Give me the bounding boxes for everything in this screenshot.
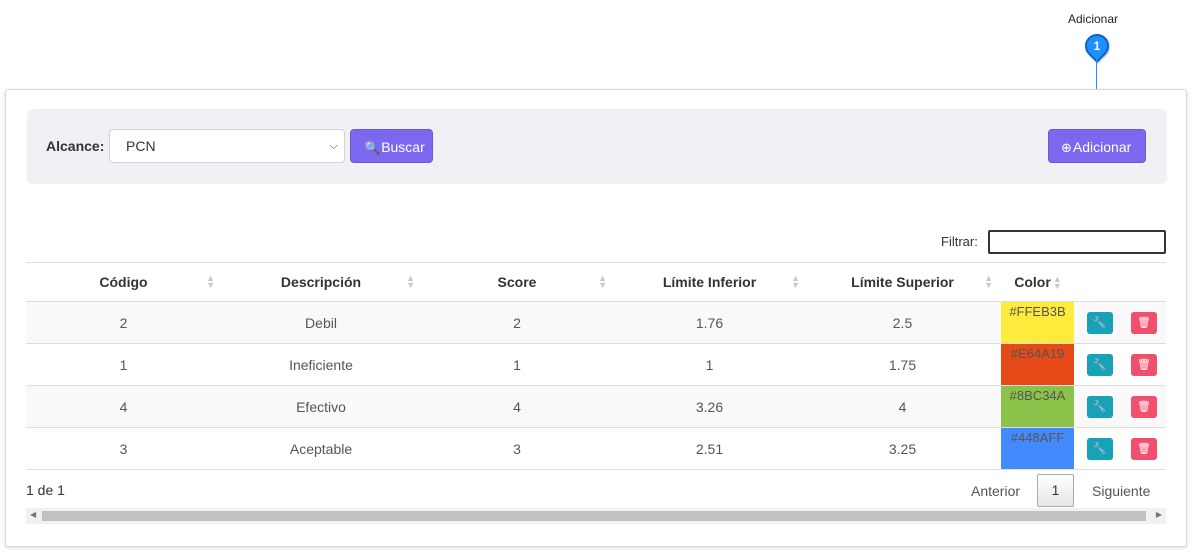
- trash-icon[interactable]: 🗑: [1131, 311, 1157, 334]
- cell-descripcion: Aceptable: [221, 427, 421, 470]
- color-swatch: #448AFF: [1001, 428, 1074, 469]
- callout-label: Adicionar: [1068, 12, 1119, 26]
- cell-descripcion: Ineficiente: [221, 343, 421, 386]
- trash-icon[interactable]: 🗑: [1131, 353, 1157, 376]
- header-descripcion[interactable]: Descripción ▲ ▼: [221, 262, 421, 302]
- cell-score: 3: [421, 427, 613, 470]
- table-row: 3 Aceptable 3 2.51 3.25 #448AFF 🔧 🗑: [26, 427, 1166, 470]
- cell-delete: 🗑: [1122, 301, 1166, 344]
- header-score[interactable]: Score ▲ ▼: [421, 262, 613, 302]
- sort-icon: ▲ ▼: [598, 273, 607, 290]
- cell-color: #8BC34A: [999, 385, 1077, 428]
- cell-codigo: 2: [26, 301, 221, 344]
- header-descripcion-label: Descripción: [280, 274, 362, 290]
- cell-score: 2: [421, 301, 613, 344]
- color-swatch: #E64A19: [1001, 344, 1074, 385]
- header-limite-inferior-label: Límite Inferior: [662, 274, 757, 290]
- cell-color: #448AFF: [999, 427, 1077, 470]
- cell-score: 1: [421, 343, 613, 386]
- wrench-icon[interactable]: 🔧: [1086, 311, 1113, 334]
- table-row: 2 Debil 2 1.76 2.5 #FFEB3B 🔧 🗑: [26, 301, 1166, 344]
- scroll-right-icon[interactable]: ▶: [1156, 510, 1162, 519]
- horizontal-scrollbar[interactable]: ◀ ▶: [26, 508, 1166, 524]
- alcance-value: PCN: [126, 138, 156, 154]
- buscar-button[interactable]: 🔍Buscar: [350, 129, 433, 163]
- table-row: 1 Ineficiente 1 1 1.75 #E64A19 🔧 🗑: [26, 343, 1166, 386]
- sort-icon: ▲ ▼: [791, 273, 800, 290]
- sort-icon: ▲ ▼: [1052, 274, 1062, 292]
- header-limite-inferior[interactable]: Límite Inferior ▲ ▼: [613, 262, 806, 302]
- table-row: 4 Efectivo 4 3.26 4 #8BC34A 🔧 🗑: [26, 385, 1166, 428]
- wrench-icon[interactable]: 🔧: [1086, 353, 1113, 376]
- cell-limite-superior: 3.25: [806, 427, 999, 470]
- wrench-icon[interactable]: 🔧: [1086, 395, 1113, 418]
- cell-limite-inferior: 1.76: [613, 301, 806, 344]
- sort-icon: ▲ ▼: [206, 273, 215, 290]
- search-icon: 🔍: [364, 140, 381, 155]
- scroll-left-icon[interactable]: ◀: [30, 510, 36, 519]
- cell-delete: 🗑: [1122, 385, 1166, 428]
- cell-limite-superior: 2.5: [806, 301, 999, 344]
- alcance-label: Alcance:: [46, 138, 105, 154]
- adicionar-label: Adicionar: [1072, 139, 1132, 155]
- header-edit: [1077, 262, 1122, 302]
- cell-codigo: 1: [26, 343, 221, 386]
- cell-codigo: 3: [26, 427, 221, 470]
- trash-icon[interactable]: 🗑: [1131, 437, 1157, 460]
- cell-edit: 🔧: [1077, 385, 1122, 428]
- header-codigo-label: Código: [99, 274, 148, 290]
- main-panel: Alcance: PCN ⌵ 🔍Buscar ⊕Adicionar Filtra…: [5, 89, 1187, 547]
- cell-limite-inferior: 3.26: [613, 385, 806, 428]
- sort-icon: ▲ ▼: [406, 273, 415, 290]
- header-limite-superior[interactable]: Límite Superior ▲ ▼: [806, 262, 999, 302]
- adicionar-button[interactable]: ⊕Adicionar: [1048, 129, 1146, 163]
- cell-limite-inferior: 1: [613, 343, 806, 386]
- scrollbar-thumb[interactable]: [42, 511, 1146, 521]
- color-swatch: #8BC34A: [1001, 386, 1074, 427]
- header-color-label: Color: [1014, 273, 1051, 290]
- data-table: Código ▲ ▼ Descripción ▲ ▼ Score ▲ ▼ Límite In…: [26, 262, 1166, 470]
- header-limite-superior-label: Límite Superior: [851, 274, 954, 290]
- cell-edit: 🔧: [1077, 301, 1122, 344]
- callout-number: 1: [1093, 39, 1101, 53]
- cell-score: 4: [421, 385, 613, 428]
- cell-limite-superior: 4: [806, 385, 999, 428]
- table-header-row: Código ▲ ▼ Descripción ▲ ▼ Score ▲ ▼ Límite In…: [26, 262, 1166, 302]
- buscar-label: Buscar: [381, 139, 425, 155]
- trash-icon[interactable]: 🗑: [1131, 395, 1157, 418]
- cell-limite-superior: 1.75: [806, 343, 999, 386]
- next-page-link[interactable]: Siguiente: [1092, 483, 1150, 499]
- cell-descripcion: Debil: [221, 301, 421, 344]
- wrench-icon[interactable]: 🔧: [1086, 437, 1113, 460]
- filtrar-label: Filtrar:: [941, 234, 978, 249]
- page-info: 1 de 1: [26, 482, 65, 498]
- header-score-label: Score: [497, 274, 537, 290]
- cell-color: #E64A19: [999, 343, 1077, 386]
- prev-page-link[interactable]: Anterior: [971, 483, 1020, 499]
- chevron-down-icon: ⌵: [329, 140, 338, 152]
- header-color[interactable]: Color ▲ ▼: [999, 262, 1077, 302]
- page-number-button[interactable]: 1: [1037, 474, 1074, 507]
- sort-icon: ▲ ▼: [984, 273, 993, 290]
- cell-codigo: 4: [26, 385, 221, 428]
- cell-limite-inferior: 2.51: [613, 427, 806, 470]
- cell-edit: 🔧: [1077, 427, 1122, 470]
- cell-delete: 🗑: [1122, 427, 1166, 470]
- filter-bar: Alcance: PCN ⌵ 🔍Buscar ⊕Adicionar: [27, 109, 1167, 184]
- alcance-select[interactable]: PCN ⌵: [109, 129, 345, 163]
- plus-circle-icon: ⊕: [1061, 140, 1072, 155]
- filtrar-input[interactable]: [988, 230, 1166, 254]
- cell-descripcion: Efectivo: [221, 385, 421, 428]
- header-codigo[interactable]: Código ▲ ▼: [26, 262, 221, 302]
- color-swatch: #FFEB3B: [1001, 302, 1074, 343]
- callout-badge: 1: [1080, 29, 1114, 63]
- cell-color: #FFEB3B: [999, 301, 1077, 344]
- cell-delete: 🗑: [1122, 343, 1166, 386]
- header-delete: [1122, 262, 1166, 302]
- cell-edit: 🔧: [1077, 343, 1122, 386]
